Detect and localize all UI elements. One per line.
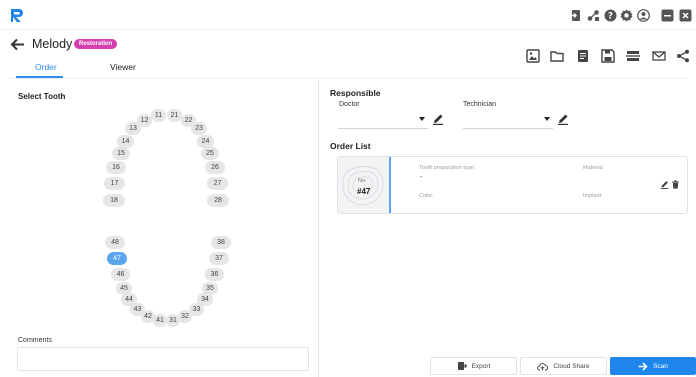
- tooth-thumbnail: [338, 157, 389, 213]
- tooth-16[interactable]: 16: [106, 161, 126, 174]
- doctor-label: Doctor: [339, 101, 360, 108]
- app-logo-icon: [11, 9, 23, 22]
- image-icon[interactable]: [526, 49, 540, 63]
- close-icon[interactable]: [679, 9, 692, 22]
- export-button[interactable]: Export: [430, 357, 517, 375]
- notes-icon[interactable]: [576, 49, 590, 63]
- tooth-47[interactable]: 47: [107, 252, 127, 265]
- tooth-15[interactable]: 15: [112, 147, 130, 160]
- tooth-48[interactable]: 48: [105, 236, 125, 249]
- doctor-select[interactable]: [338, 111, 428, 129]
- responsible-title: Responsible: [330, 88, 381, 98]
- user-avatar-icon[interactable]: [637, 9, 650, 22]
- export-icon: [457, 362, 467, 370]
- scan-label: Scan: [653, 362, 668, 370]
- folder-icon[interactable]: [550, 49, 564, 63]
- tooth-13[interactable]: 13: [125, 122, 141, 135]
- tooth-38[interactable]: 38: [211, 236, 231, 249]
- tooth-28[interactable]: 28: [207, 194, 229, 207]
- tooth-contour-icon: [342, 166, 384, 206]
- tooth-37[interactable]: 37: [209, 252, 229, 265]
- settings-gear-icon[interactable]: [620, 9, 633, 22]
- scan-button[interactable]: Scan: [610, 357, 696, 375]
- mail-icon[interactable]: [652, 49, 666, 63]
- comments-input[interactable]: [17, 347, 309, 371]
- tooth-27[interactable]: 27: [207, 177, 228, 190]
- order-item-accent: [389, 157, 391, 213]
- doctor-edit-icon[interactable]: [432, 113, 444, 125]
- status-badge: Restoration: [74, 39, 118, 49]
- edit-order-icon[interactable]: [660, 180, 669, 189]
- doctor-dropdown-icon[interactable]: [418, 116, 426, 122]
- cloud-share-label: Cloud Share: [553, 362, 590, 370]
- share-network-icon[interactable]: [587, 9, 600, 22]
- comments-label: Comments: [18, 337, 52, 344]
- arrow-right-icon: [638, 361, 648, 371]
- patient-name: Melody: [32, 37, 73, 51]
- tooth-23[interactable]: 23: [191, 122, 207, 135]
- order-list-title: Order List: [330, 141, 371, 151]
- technician-dropdown-icon[interactable]: [543, 116, 551, 122]
- tooth-11[interactable]: 11: [151, 109, 166, 122]
- select-tooth-panel: [8, 80, 319, 377]
- cloud-upload-icon: [537, 362, 549, 370]
- tooth-21[interactable]: 21: [167, 109, 182, 122]
- technician-label: Technician: [463, 101, 497, 108]
- scanner-icon[interactable]: [626, 49, 640, 63]
- select-tooth-title: Select Tooth: [18, 92, 66, 101]
- tabs-divider: [8, 78, 688, 79]
- tooth-25[interactable]: 25: [201, 147, 219, 160]
- tooth-18[interactable]: 18: [103, 194, 125, 207]
- prep-type-value: -: [420, 174, 423, 181]
- material-label: Material:: [583, 165, 605, 171]
- share-icon[interactable]: [676, 49, 690, 63]
- technician-select[interactable]: [463, 111, 553, 129]
- technician-edit-icon[interactable]: [557, 113, 569, 125]
- minimize-icon[interactable]: [661, 9, 674, 22]
- order-no-label: No.: [358, 178, 367, 184]
- order-tooth-number: #47: [357, 187, 371, 196]
- import-icon[interactable]: [570, 9, 583, 22]
- implant-label: Implant:: [583, 193, 603, 199]
- delete-order-icon[interactable]: [671, 180, 680, 189]
- cloud-share-button[interactable]: Cloud Share: [520, 357, 607, 375]
- back-arrow-icon[interactable]: [10, 38, 25, 51]
- tab-viewer[interactable]: Viewer: [110, 62, 136, 72]
- tooth-45[interactable]: 45: [116, 282, 132, 295]
- tooth-26[interactable]: 26: [205, 161, 225, 174]
- tooth-36[interactable]: 36: [205, 268, 224, 281]
- tooth-46[interactable]: 46: [111, 268, 130, 281]
- save-icon[interactable]: [601, 49, 615, 63]
- export-label: Export: [471, 362, 491, 370]
- tab-order[interactable]: Order: [35, 62, 57, 72]
- tooth-35[interactable]: 35: [202, 282, 218, 295]
- tooth-41[interactable]: 41: [153, 314, 167, 327]
- prep-type-label: Tooth preparation type:: [419, 165, 476, 171]
- tooth-17[interactable]: 17: [104, 177, 125, 190]
- color-label: Color:: [419, 193, 434, 199]
- svg-text:?: ?: [608, 12, 613, 22]
- help-icon[interactable]: ?: [604, 9, 617, 22]
